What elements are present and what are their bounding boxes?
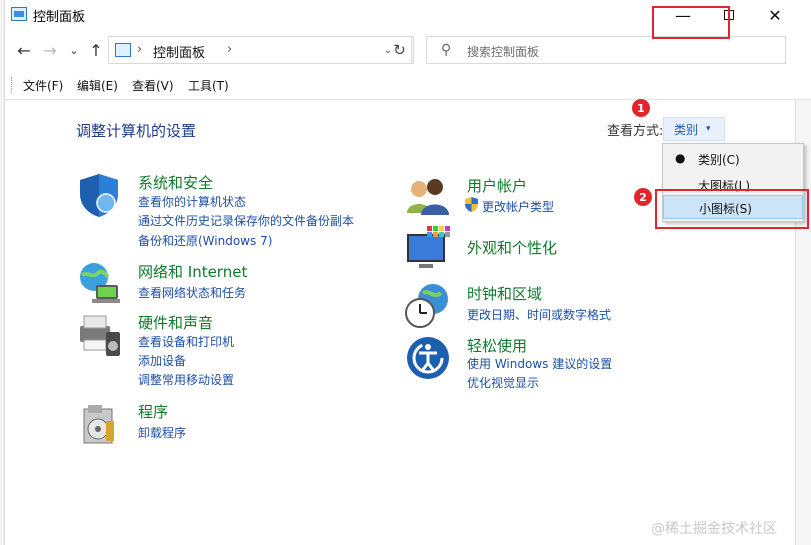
arrow-right-icon: → xyxy=(43,40,57,60)
category-link[interactable]: 添加设备 xyxy=(138,352,186,369)
address-bar[interactable]: › 控制面板 › ⌄ xyxy=(108,36,412,64)
category-title[interactable]: 系统和安全 xyxy=(138,172,213,193)
recent-locations-button[interactable]: ⌄ xyxy=(63,39,85,61)
caret-down-icon: ▾ xyxy=(706,124,711,134)
menu-grip xyxy=(11,77,12,93)
category-title[interactable]: 网络和 Internet xyxy=(138,261,247,282)
selected-bullet-icon: ● xyxy=(675,151,686,165)
control-panel-icon xyxy=(115,43,131,57)
category-link[interactable]: 调整常用移动设置 xyxy=(138,371,234,388)
network-globe-icon xyxy=(80,263,120,303)
forward-button[interactable]: → xyxy=(39,39,61,61)
back-button[interactable]: ← xyxy=(13,39,35,61)
search-input[interactable]: ⚲ 搜索控制面板 xyxy=(426,36,786,64)
category-link[interactable]: 查看网络状态和任务 xyxy=(138,284,246,301)
menu-item-category[interactable]: ● 类别(C) xyxy=(663,147,803,171)
category-title[interactable]: 用户帐户 xyxy=(467,175,527,196)
category-link[interactable]: 通过文件历史记录保存你的文件备份副本 xyxy=(138,212,354,229)
category-title[interactable]: 硬件和声音 xyxy=(138,312,213,333)
annotation-badge-1: 1 xyxy=(632,99,650,117)
close-button[interactable]: ✕ xyxy=(752,0,798,30)
up-button[interactable]: ↑ xyxy=(85,39,107,61)
clock-globe-icon xyxy=(405,284,448,328)
arrow-up-icon: ↑ xyxy=(89,40,103,60)
chevron-down-icon: ⌄ xyxy=(69,43,79,57)
category-link[interactable]: 卸载程序 xyxy=(138,424,186,441)
category-link[interactable]: 更改帐户类型 xyxy=(482,198,554,215)
users-icon xyxy=(407,179,449,215)
monitor-palette-icon xyxy=(407,226,450,268)
menu-tools[interactable]: 工具(T) xyxy=(188,77,229,94)
category-link[interactable]: 查看设备和打印机 xyxy=(138,333,234,350)
chevron-right-icon[interactable]: › xyxy=(137,42,142,57)
shield-icon xyxy=(80,174,118,217)
annotation-highlight-small-icons xyxy=(655,189,809,229)
uac-shield-icon xyxy=(465,197,478,212)
chevron-right-icon[interactable]: › xyxy=(227,42,232,57)
category-link[interactable]: 使用 Windows 建议的设置 xyxy=(467,355,612,372)
search-placeholder: 搜索控制面板 xyxy=(467,45,540,59)
refresh-icon: ↻ xyxy=(393,41,406,59)
ease-of-access-icon xyxy=(407,337,449,379)
category-title[interactable]: 程序 xyxy=(138,401,168,422)
refresh-button[interactable]: ↻ xyxy=(386,36,414,64)
category-link[interactable]: 备份和还原(Windows 7) xyxy=(138,232,272,249)
view-by-value: 类别 xyxy=(674,122,699,137)
menu-file[interactable]: 文件(F) xyxy=(23,77,63,94)
menu-bar: 文件(F) 编辑(E) 查看(V) 工具(T) xyxy=(5,70,811,100)
watermark: @稀土掘金技术社区 xyxy=(651,521,777,537)
arrow-left-icon: ← xyxy=(17,40,31,60)
control-panel-window: 控制面板 — ✕ ← → ⌄ ↑ › 控制面板 › ⌄ ↻ ⚲ 搜索控制面板 文… xyxy=(0,0,811,545)
close-icon: ✕ xyxy=(768,5,782,25)
category-link[interactable]: 更改日期、时间或数字格式 xyxy=(467,306,611,323)
window-title: 控制面板 xyxy=(33,10,86,25)
address-segment[interactable]: 控制面板 xyxy=(153,42,205,61)
view-by-dropdown[interactable]: 类别 ▾ xyxy=(663,117,725,141)
control-panel-icon xyxy=(11,7,27,21)
printer-speaker-icon xyxy=(80,315,120,356)
category-link[interactable]: 优化视觉显示 xyxy=(467,374,539,391)
search-icon: ⚲ xyxy=(441,42,452,58)
view-by-label: 查看方式: xyxy=(607,124,664,139)
category-link[interactable]: 查看你的计算机状态 xyxy=(138,193,246,210)
menu-edit[interactable]: 编辑(E) xyxy=(77,77,118,94)
programs-disc-icon xyxy=(83,405,114,444)
menu-item-label: 类别(C) xyxy=(698,153,740,167)
page-title: 调整计算机的设置 xyxy=(76,122,197,140)
category-title[interactable]: 时钟和区域 xyxy=(467,283,542,304)
category-title[interactable]: 外观和个性化 xyxy=(467,237,557,258)
annotation-highlight-view-by xyxy=(652,6,730,39)
category-title[interactable]: 轻松使用 xyxy=(467,335,527,356)
annotation-badge-2: 2 xyxy=(634,188,652,206)
menu-view[interactable]: 查看(V) xyxy=(132,77,174,94)
